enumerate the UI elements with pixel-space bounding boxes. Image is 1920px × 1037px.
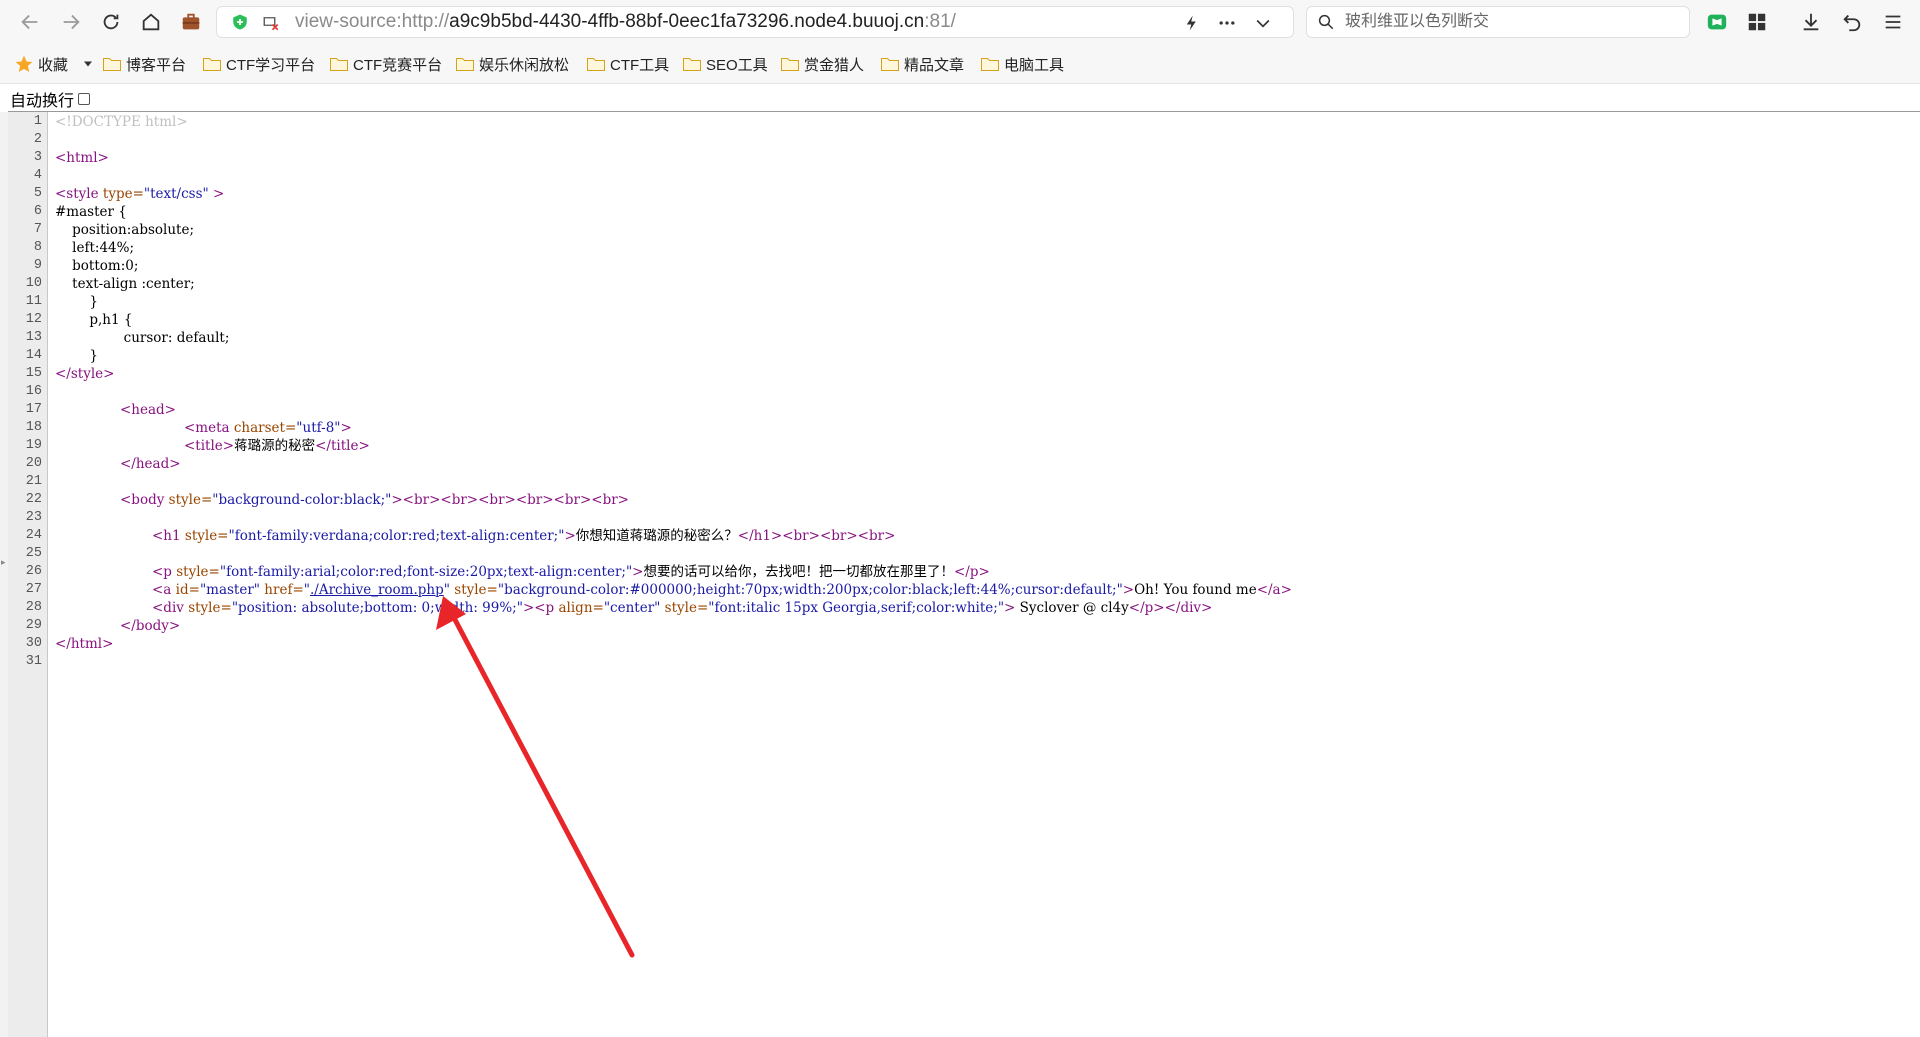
annotation-arrow-icon	[436, 596, 635, 958]
